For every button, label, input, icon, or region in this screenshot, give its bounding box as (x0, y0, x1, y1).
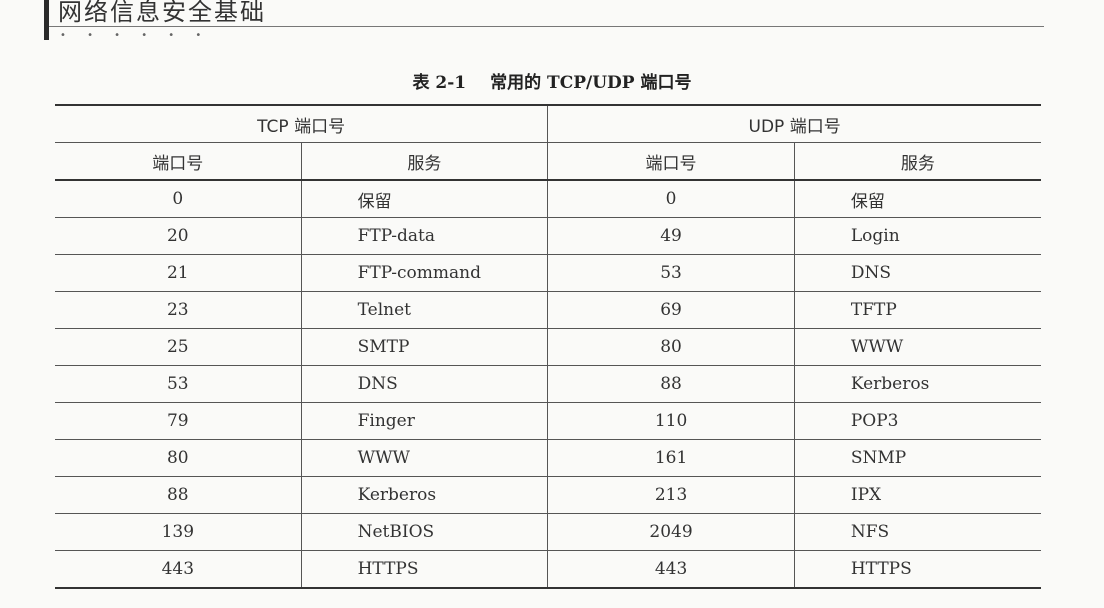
tcp-service-cell: WWW (301, 439, 549, 477)
tcp-service-cell: Kerberos (301, 476, 549, 514)
udp-port-cell: 213 (547, 476, 795, 514)
table-row: 79 Finger 110 POP3 (55, 402, 1041, 440)
tcp-port-cell: 53 (55, 365, 302, 403)
header-accent-bar (44, 0, 49, 40)
udp-group-header: UDP 端口号 (547, 104, 1041, 143)
udp-port-cell: 110 (547, 402, 795, 440)
table-caption: 表 2-1 常用的 TCP/UDP 端口号 (0, 68, 1104, 93)
table-row: 23 Telnet 69 TFTP (55, 291, 1041, 329)
tcp-service-cell: Telnet (301, 291, 549, 329)
tcp-port-cell: 0 (55, 179, 302, 218)
table-row: 88 Kerberos 213 IPX (55, 476, 1041, 514)
table-row: 443 HTTPS 443 HTTPS (55, 550, 1041, 589)
table-number: 表 2-1 (412, 73, 467, 93)
tcp-port-cell: 139 (55, 513, 302, 551)
table-row: 80 WWW 161 SNMP (55, 439, 1041, 477)
udp-service-cell: SNMP (794, 439, 1041, 477)
book-title: 网络信息安全基础 (58, 0, 266, 26)
udp-port-cell: 0 (547, 179, 795, 218)
udp-service-cell: Login (794, 217, 1041, 255)
table-row: 21 FTP-command 53 DNS (55, 254, 1041, 292)
tcp-group-header: TCP 端口号 (55, 104, 549, 143)
tcp-port-cell: 79 (55, 402, 302, 440)
table-row: 53 DNS 88 Kerberos (55, 365, 1041, 403)
tcp-port-cell: 443 (55, 550, 302, 589)
udp-port-cell: 80 (547, 328, 795, 366)
udp-port-cell: 161 (547, 439, 795, 477)
tcp-service-cell: NetBIOS (301, 513, 549, 551)
tcp-service-cell: DNS (301, 365, 549, 403)
udp-port-cell: 49 (547, 217, 795, 255)
udp-service-cell: HTTPS (794, 550, 1041, 589)
column-header-row: 端口号 服务 端口号 服务 (55, 142, 1041, 181)
table-row: 139 NetBIOS 2049 NFS (55, 513, 1041, 551)
tcp-port-cell: 88 (55, 476, 302, 514)
udp-service-column-header: 服务 (794, 142, 1041, 181)
udp-service-cell: TFTP (794, 291, 1041, 329)
tcp-service-cell: HTTPS (301, 550, 549, 589)
tcp-port-cell: 80 (55, 439, 302, 477)
group-header-row: TCP 端口号 UDP 端口号 (55, 104, 1041, 143)
tcp-service-cell: FTP-command (301, 254, 549, 292)
table-row: 25 SMTP 80 WWW (55, 328, 1041, 366)
tcp-port-column-header: 端口号 (55, 142, 302, 181)
udp-port-cell: 69 (547, 291, 795, 329)
tcp-service-cell: Finger (301, 402, 549, 440)
tcp-port-cell: 21 (55, 254, 302, 292)
udp-port-cell: 2049 (547, 513, 795, 551)
udp-port-cell: 443 (547, 550, 795, 589)
udp-service-cell: WWW (794, 328, 1041, 366)
table-body: 0 保留 0 保留 20 FTP-data 49 Login 21 FTP-command 53 DN… (55, 179, 1041, 589)
tcp-port-cell: 20 (55, 217, 302, 255)
tcp-service-column-header: 服务 (301, 142, 549, 181)
port-table: TCP 端口号 UDP 端口号 端口号 服务 端口号 服务 0 保留 0 保留 20 FT… (55, 104, 1041, 589)
tcp-port-cell: 23 (55, 291, 302, 329)
udp-service-cell: IPX (794, 476, 1041, 514)
udp-port-cell: 53 (547, 254, 795, 292)
tcp-port-cell: 25 (55, 328, 302, 366)
table-row: 20 FTP-data 49 Login (55, 217, 1041, 255)
table-row: 0 保留 0 保留 (55, 179, 1041, 218)
tcp-service-cell: FTP-data (301, 217, 549, 255)
udp-service-cell: NFS (794, 513, 1041, 551)
udp-service-cell: Kerberos (794, 365, 1041, 403)
page-header: 网络信息安全基础 • • • • • • (44, 0, 1044, 41)
udp-service-cell: POP3 (794, 402, 1041, 440)
tcp-service-cell: SMTP (301, 328, 549, 366)
udp-service-cell: DNS (794, 254, 1041, 292)
udp-port-cell: 88 (547, 365, 795, 403)
header-dots: • • • • • • (60, 30, 211, 41)
tcp-service-cell: 保留 (301, 179, 549, 218)
udp-service-cell: 保留 (794, 179, 1041, 218)
table-title: 常用的 TCP/UDP 端口号 (490, 73, 692, 93)
header-rule (49, 26, 1044, 27)
udp-port-column-header: 端口号 (547, 142, 795, 181)
